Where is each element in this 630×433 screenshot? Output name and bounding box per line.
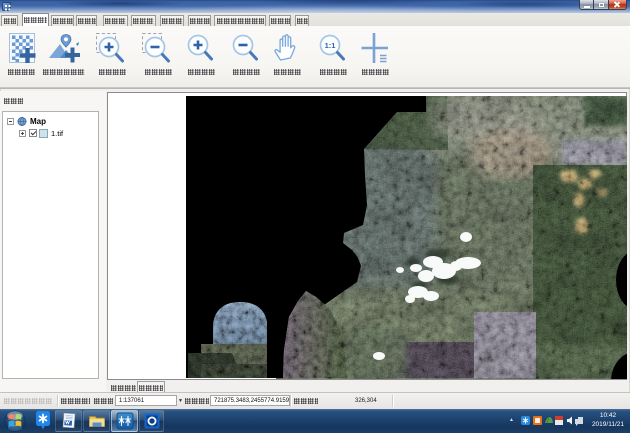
svg-text:1:1: 1:1 bbox=[325, 41, 336, 50]
